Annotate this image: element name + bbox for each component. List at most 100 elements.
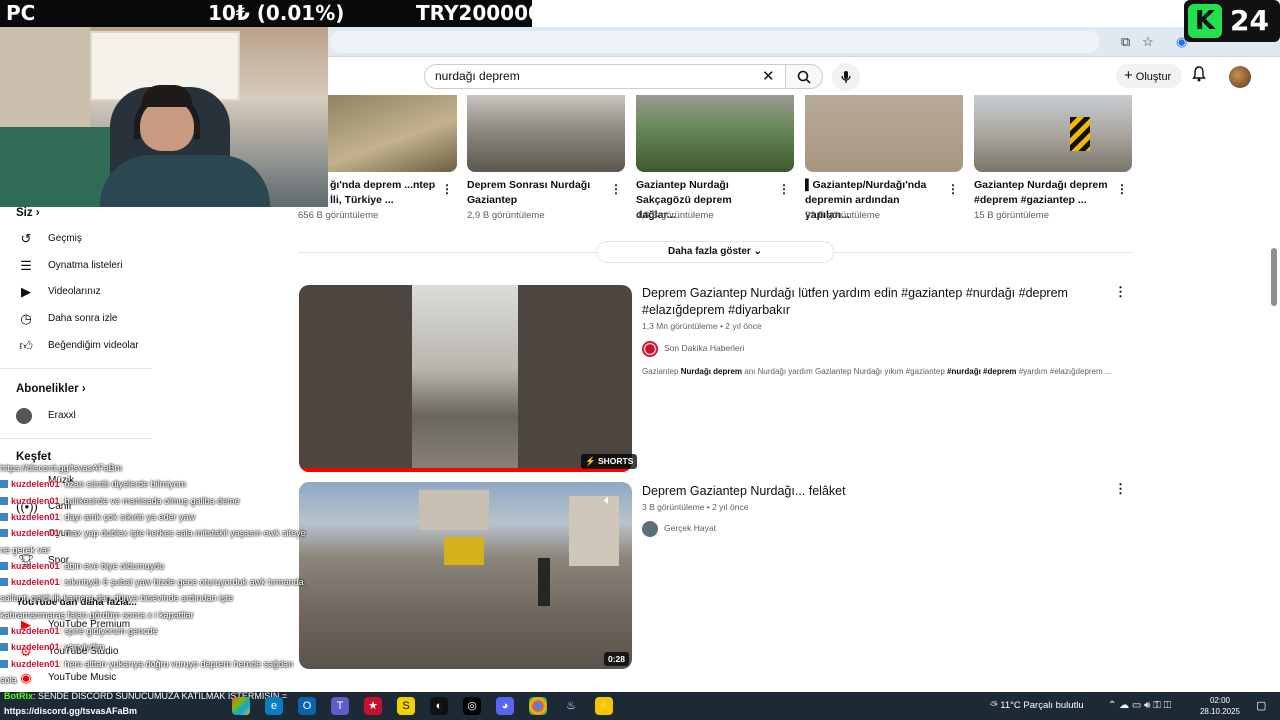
chat-text: : yanyiydim bbox=[59, 642, 105, 653]
kick-24-logo: K 24 bbox=[1184, 0, 1280, 42]
sidebar-item-music-app[interactable]: ◉ YouTube Music bbox=[16, 667, 156, 689]
video-frame bbox=[412, 285, 518, 472]
taskbar-clock[interactable]: 02:00 28.10.2025 bbox=[1198, 695, 1242, 717]
channel-avatar bbox=[642, 520, 658, 537]
streamer-body bbox=[100, 155, 270, 207]
result-thumbnail[interactable] bbox=[299, 482, 632, 669]
sidebar-you-heading[interactable]: Siz › bbox=[16, 207, 40, 219]
chat-username: kuzdelen01 bbox=[11, 577, 60, 588]
account-avatar[interactable] bbox=[1229, 66, 1251, 88]
chat-text: sallantı geldi ilk kamera dan dünya bise… bbox=[0, 593, 234, 604]
chat-text: : balıkesirde ve manisada olmuş galiba d… bbox=[59, 495, 240, 506]
result-channel[interactable]: Gerçek Hayat bbox=[642, 520, 716, 537]
show-more-button[interactable]: Daha fazla göster ⌄ bbox=[596, 241, 834, 263]
shelf-thumbnail[interactable] bbox=[467, 95, 625, 172]
search-button[interactable] bbox=[785, 64, 823, 89]
chat-text: : abin eve biye oldumuydu bbox=[59, 560, 165, 571]
shelf-video-views: 2,9 B görüntüleme bbox=[467, 210, 545, 221]
shelf-video-title[interactable]: Deprem Sonrası Nurdağı Gaziantep bbox=[467, 178, 605, 208]
more-options-icon[interactable]: ⋮ bbox=[1114, 284, 1127, 300]
result-title[interactable]: Deprem Gaziantep Nurdağı lütfen yardım e… bbox=[642, 285, 1112, 319]
chat-badge-icon bbox=[0, 659, 8, 668]
result-meta: 1,3 Mn görüntüleme • 2 yıl önce bbox=[642, 321, 762, 331]
channel-avatar bbox=[642, 340, 658, 357]
sidebar-item-playlists[interactable]: ☰ Oynatma listeleri bbox=[16, 255, 156, 277]
chat-text: : sıkıntıydı 6 şubat yaw bizde gece otur… bbox=[59, 577, 304, 588]
chat-text: https://discord.gg/tsvasAFaBm bbox=[0, 463, 123, 473]
outlook-icon[interactable]: O bbox=[298, 697, 316, 715]
shelf-thumbnail[interactable] bbox=[636, 95, 794, 172]
install-icon[interactable]: ⧉ bbox=[1121, 34, 1130, 50]
excavator bbox=[444, 537, 484, 565]
notification-bell-icon[interactable] bbox=[1192, 66, 1206, 82]
app-icon[interactable]: ◐ bbox=[430, 697, 448, 715]
more-options-icon[interactable]: ⋮ bbox=[610, 182, 622, 196]
chat-message: sallantı geldi ilk kamera dan dünya bise… bbox=[0, 593, 233, 603]
app-icon[interactable]: ★ bbox=[364, 697, 382, 715]
sidebar-item-watch-later[interactable]: ◷ Daha sonra izle bbox=[16, 308, 156, 330]
system-tray-icons[interactable]: ⌃ ☁ ▭ 🔊︎ ⚿ ◫ bbox=[1108, 700, 1171, 711]
discord-icon[interactable]: ◕ bbox=[496, 697, 514, 715]
video-icon: ▶ bbox=[21, 284, 31, 299]
sidebar-item-liked-videos[interactable]: 👍︎ Beğendiğim videolar bbox=[16, 335, 156, 357]
chat-badge-icon bbox=[0, 496, 8, 505]
chat-text: : hem alttan yukarıya doğru vuruyo depre… bbox=[59, 658, 294, 669]
result-title[interactable]: Deprem Gaziantep Nurdağı... felâket bbox=[642, 483, 1112, 500]
shelf-video-title[interactable]: Gaziantep Nurdağı deprem #deprem #gazian… bbox=[974, 178, 1112, 208]
obs-icon[interactable]: ◎ bbox=[463, 697, 481, 715]
road-sign bbox=[1070, 117, 1090, 151]
teams-icon[interactable]: T bbox=[331, 697, 349, 715]
sidebar-subscriptions-heading[interactable]: Abonelikler › bbox=[16, 383, 86, 395]
shelf-video-views: 15 B görüntüleme bbox=[974, 210, 1049, 221]
notification-icon[interactable]: ▢ bbox=[1256, 699, 1266, 712]
shelf-thumbnail[interactable] bbox=[805, 95, 963, 172]
weather-widget[interactable]: ⛅︎ 11°C Parçalı bulutlu bbox=[990, 700, 1084, 711]
shelf-video-views: 656 B görüntüleme bbox=[298, 210, 379, 221]
clear-icon[interactable]: ✕ bbox=[762, 65, 775, 88]
chat-text: : spire gidiyorum gencde bbox=[59, 626, 158, 636]
chat-username: kuzdelen01 bbox=[11, 658, 60, 669]
create-button[interactable]: + Oluştur bbox=[1116, 64, 1182, 88]
more-options-icon[interactable]: ⋮ bbox=[1114, 481, 1127, 497]
more-options-icon[interactable]: ⋮ bbox=[441, 182, 453, 196]
chat-username: kuzdelen01 bbox=[11, 495, 60, 506]
chat-username: kuzdelen01 bbox=[11, 560, 60, 571]
chat-text: : max yap dublex işte herkes sala mitsta… bbox=[59, 528, 306, 539]
voice-search-button[interactable] bbox=[832, 63, 860, 91]
chat-message: kuzdelen01: max yap dublex işte herkes s… bbox=[0, 528, 306, 538]
search-input[interactable]: nurdağı deprem bbox=[424, 64, 786, 89]
botrix-link[interactable]: https://discord.gg/tsvasAFaBm bbox=[4, 706, 137, 716]
microphone-icon bbox=[841, 71, 851, 83]
edge-icon[interactable]: e bbox=[265, 697, 283, 715]
shelf-video-title[interactable]: ğı'nda deprem ...ntep İli, Türkiye ... bbox=[330, 178, 438, 208]
chat-username: kuzdelen01 bbox=[11, 626, 60, 636]
more-options-icon[interactable]: ⋮ bbox=[1116, 182, 1128, 196]
result-thumbnail[interactable] bbox=[299, 285, 632, 472]
shorts-badge: ⚡ SHORTS bbox=[581, 454, 638, 469]
chat-text: sola bbox=[0, 674, 17, 685]
chrome-icon[interactable] bbox=[529, 697, 547, 715]
app-s-icon[interactable]: S bbox=[397, 697, 415, 715]
result-channel[interactable]: Son Dakika Haberleri bbox=[642, 340, 744, 357]
sidebar-item-your-videos[interactable]: ▶ Videolarınız bbox=[16, 281, 156, 303]
chat-username: kuzdelen01 bbox=[11, 642, 60, 653]
app-icon[interactable]: ⚡ bbox=[595, 697, 613, 715]
chat-badge-icon bbox=[0, 578, 8, 587]
duration-badge: 0:28 bbox=[604, 652, 630, 666]
shelf-thumbnail[interactable] bbox=[974, 95, 1132, 172]
scrollbar-thumb[interactable] bbox=[1271, 248, 1277, 306]
sidebar-item-history[interactable]: ↺ Geçmiş bbox=[16, 228, 156, 250]
sidebar-item-eraxxl[interactable]: Eraxxl bbox=[16, 405, 156, 427]
shelf-video-views: 4,8 B görüntüleme bbox=[636, 210, 714, 221]
chat-badge-icon bbox=[0, 643, 8, 652]
address-bar[interactable] bbox=[330, 31, 1100, 53]
copilot-icon[interactable] bbox=[232, 697, 250, 715]
more-options-icon[interactable]: ⋮ bbox=[947, 182, 959, 196]
more-options-icon[interactable]: ⋮ bbox=[778, 182, 790, 196]
bookmark-star-icon[interactable]: ☆ bbox=[1142, 34, 1154, 50]
shelf-video-views: 92 B görüntüleme bbox=[805, 210, 880, 221]
steam-icon[interactable]: ♨ bbox=[562, 697, 580, 715]
mute-icon[interactable]: 🔈︎ bbox=[604, 492, 612, 508]
donation-bar: PC 10₺ (0.01%) TRY200000 bbox=[0, 0, 542, 27]
result-description: Gaziantep Nurdağı deprem anı Nurdağı yar… bbox=[642, 367, 1112, 376]
